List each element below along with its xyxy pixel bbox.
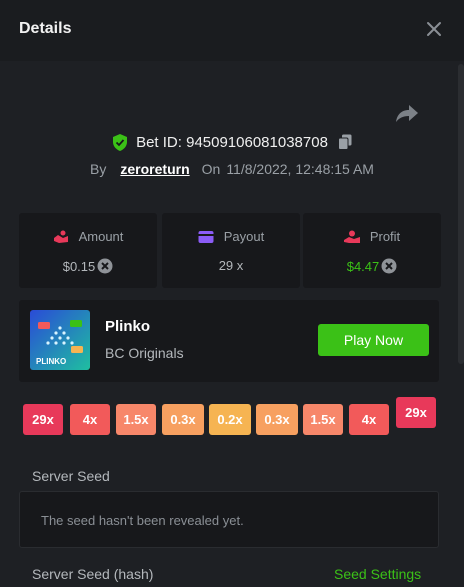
stat-value: $4.47 (346, 258, 380, 274)
server-seed-message: The seed hasn't been revealed yet. (41, 513, 244, 528)
multiplier-bucket-hit: 29x (396, 397, 436, 428)
game-name: Plinko (105, 318, 151, 335)
stat-payout: Payout 29 x (162, 213, 300, 288)
hand-coin-icon (53, 230, 68, 243)
bet-date: 11/8/2022, 12:48:15 AM (226, 161, 374, 177)
page-title: Details (19, 20, 72, 37)
close-icon[interactable] (424, 19, 444, 39)
multiplier-bucket: 1.5x (303, 404, 343, 435)
details-header: Details (0, 0, 464, 61)
bet-author-row: By zeroreturn On 11/8/2022, 12:48:15 AM (0, 160, 464, 178)
server-seed-hash-label: Server Seed (hash) (32, 566, 154, 582)
wallet-icon (198, 230, 214, 243)
multiplier-bucket: 0.3x (162, 404, 204, 435)
bet-id: Bet ID: 94509106081038708 (136, 133, 328, 151)
bet-id-row: Bet ID: 94509106081038708 (0, 132, 464, 152)
multiplier-bucket: 0.2x (209, 404, 251, 435)
multiplier-bucket: 0.3x (256, 404, 298, 435)
stat-profit: Profit $4.47 (303, 213, 441, 288)
stat-label: Payout (223, 229, 265, 244)
server-seed-label: Server Seed (32, 468, 110, 484)
username-link[interactable]: zeroreturn (120, 161, 189, 177)
profit-hand-icon (343, 230, 360, 243)
by-label: By (90, 161, 107, 177)
seed-settings-link[interactable]: Seed Settings (334, 566, 421, 582)
copy-icon[interactable] (337, 134, 352, 150)
stat-label: Profit (369, 229, 401, 244)
coin-icon (381, 258, 397, 274)
game-card: PLINKO Plinko BC Originals Play Now (19, 300, 439, 382)
on-label: On (201, 161, 221, 177)
play-now-button[interactable]: Play Now (318, 324, 429, 356)
verified-shield-icon (113, 133, 128, 151)
stat-value: $0.15 (62, 258, 96, 274)
multiplier-bucket: 4x (70, 404, 110, 435)
stat-label: Amount (78, 229, 124, 244)
multiplier-bucket: 1.5x (116, 404, 156, 435)
multiplier-bucket: 4x (349, 404, 389, 435)
game-provider: BC Originals (105, 345, 184, 361)
stat-amount: Amount $0.15 (19, 213, 157, 288)
multiplier-bucket: 29x (23, 404, 63, 435)
server-seed-box: The seed hasn't been revealed yet. (19, 491, 439, 548)
share-icon[interactable] (395, 102, 419, 124)
plinko-game-thumbnail[interactable]: PLINKO (30, 310, 90, 370)
coin-icon (97, 258, 113, 274)
scrollbar[interactable] (458, 64, 464, 364)
thumbnail-title: PLINKO (36, 357, 66, 366)
stat-value: 29 x (218, 258, 244, 273)
